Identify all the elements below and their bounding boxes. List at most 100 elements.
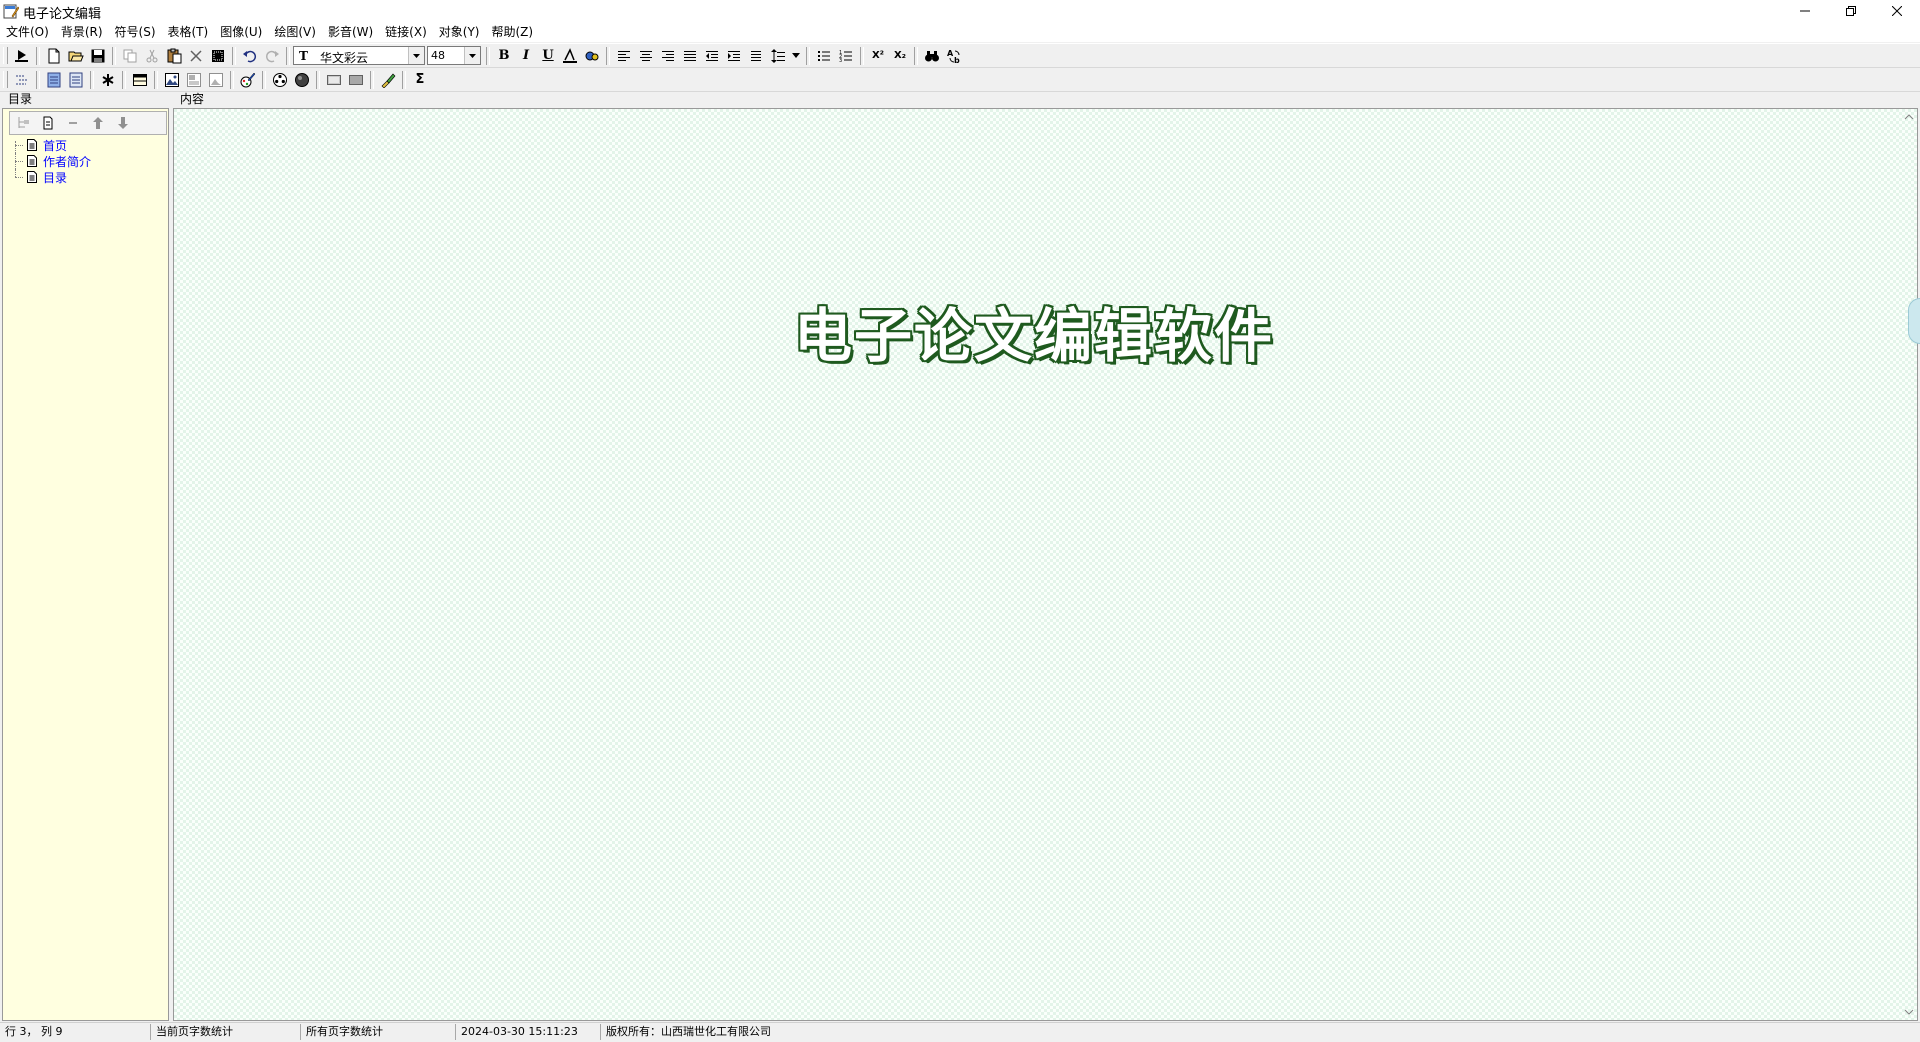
image-edit-button[interactable] xyxy=(205,69,227,91)
arrow-up-icon xyxy=(92,117,103,129)
outdent-icon xyxy=(706,50,718,61)
special-char-button[interactable] xyxy=(97,69,119,91)
side-tab-handle[interactable] xyxy=(1908,298,1920,344)
object-button[interactable] xyxy=(323,69,345,91)
numbered-list-button[interactable]: 123 xyxy=(835,45,857,67)
tree-item-label: 目录 xyxy=(43,170,68,185)
align-left-button[interactable] xyxy=(613,45,635,67)
toolbar-grip[interactable] xyxy=(3,47,8,64)
menu-drawing[interactable]: 绘图(V) xyxy=(268,22,322,42)
svg-text:3: 3 xyxy=(839,58,842,64)
align-center-button[interactable] xyxy=(635,45,657,67)
menu-file[interactable]: 文件(O) xyxy=(0,22,55,42)
menu-object[interactable]: 对象(Y) xyxy=(433,22,486,42)
tree-item-label: 作者简介 xyxy=(43,154,92,169)
run-button[interactable] xyxy=(11,45,33,67)
bold-button[interactable]: B xyxy=(493,45,515,67)
replace-button[interactable]: Ab xyxy=(943,45,965,67)
tree-add-page-button[interactable] xyxy=(35,112,60,134)
separator xyxy=(230,70,234,89)
restore-icon xyxy=(1846,6,1856,16)
menu-background[interactable]: 背景(R) xyxy=(55,22,109,42)
insert-table-button[interactable] xyxy=(129,69,151,91)
undo-button[interactable] xyxy=(239,45,261,67)
justify-button[interactable] xyxy=(679,45,701,67)
font-family-select[interactable]: T 华文彩云 xyxy=(293,46,425,65)
highlight-button[interactable] xyxy=(581,45,603,67)
paragraph-button[interactable] xyxy=(745,45,767,67)
object-dark-button[interactable] xyxy=(345,69,367,91)
sound-button[interactable] xyxy=(291,69,313,91)
paste-button[interactable] xyxy=(163,45,185,67)
find-button[interactable] xyxy=(921,45,943,67)
font-color-button[interactable] xyxy=(559,45,581,67)
new-button[interactable] xyxy=(43,45,65,67)
media-button[interactable] xyxy=(269,69,291,91)
status-cursor-position: 行 3， 列 9 xyxy=(0,1024,151,1040)
chevron-down-icon[interactable] xyxy=(464,47,480,64)
insert-image-button[interactable] xyxy=(161,69,183,91)
tree-add-child-button[interactable] xyxy=(10,112,35,134)
document-title[interactable]: 电子论文编辑软件 xyxy=(174,289,1894,373)
menu-help[interactable]: 帮助(Z) xyxy=(485,22,539,42)
document-icon xyxy=(27,139,37,151)
separator xyxy=(606,46,610,65)
scroll-up-icon[interactable] xyxy=(1904,113,1914,121)
tree-item-home[interactable]: 首页 xyxy=(9,137,91,157)
restore-button[interactable] xyxy=(1828,0,1874,22)
align-right-button[interactable] xyxy=(657,45,679,67)
cut-button[interactable] xyxy=(141,45,163,67)
close-icon xyxy=(1892,6,1902,16)
page-list-button[interactable] xyxy=(65,69,87,91)
draw-button[interactable] xyxy=(237,69,259,91)
asterisk-icon xyxy=(102,73,114,86)
link-button[interactable] xyxy=(377,69,399,91)
outline-button[interactable] xyxy=(11,69,33,91)
menu-media[interactable]: 影音(W) xyxy=(322,22,379,42)
menu-image[interactable]: 图像(U) xyxy=(214,22,268,42)
tree-move-up-button[interactable] xyxy=(85,112,110,134)
underline-button[interactable]: U xyxy=(537,45,559,67)
redo-button[interactable] xyxy=(261,45,283,67)
open-button[interactable] xyxy=(65,45,87,67)
copy-button[interactable] xyxy=(119,45,141,67)
separator xyxy=(914,46,918,65)
tree-move-down-button[interactable] xyxy=(110,112,135,134)
tree-item-contents[interactable]: 目录 xyxy=(9,169,91,185)
subscript-icon: X₂ xyxy=(893,50,907,61)
copy-icon xyxy=(123,49,137,62)
panel-icon xyxy=(349,74,363,85)
image-text-button[interactable] xyxy=(183,69,205,91)
page-view-button[interactable] xyxy=(43,69,65,91)
save-button[interactable] xyxy=(87,45,109,67)
content-editor[interactable]: 电子论文编辑软件 xyxy=(173,108,1918,1021)
font-type-icon: T xyxy=(299,49,308,63)
chevron-down-icon[interactable] xyxy=(408,47,424,64)
select-all-button[interactable] xyxy=(207,45,229,67)
superscript-button[interactable]: X² xyxy=(867,45,889,67)
font-family-value: 华文彩云 xyxy=(320,51,369,65)
outdent-button[interactable] xyxy=(701,45,723,67)
menu-table[interactable]: 表格(T) xyxy=(162,22,215,42)
tree-remove-button[interactable] xyxy=(60,112,85,134)
toolbar-grip[interactable] xyxy=(3,71,8,88)
scroll-down-icon[interactable] xyxy=(1904,1008,1914,1016)
formula-button[interactable]: Σ xyxy=(409,69,431,91)
subscript-button[interactable]: X₂ xyxy=(889,45,911,67)
font-color-icon xyxy=(563,47,577,63)
italic-button[interactable]: I xyxy=(515,45,537,67)
menu-symbol[interactable]: 符号(S) xyxy=(109,22,162,42)
minimize-button[interactable] xyxy=(1782,0,1828,22)
tree-item-author[interactable]: 作者简介 xyxy=(9,153,91,169)
align-left-icon xyxy=(618,50,630,61)
vertical-scrollbar[interactable] xyxy=(1901,109,1917,1020)
menu-link[interactable]: 链接(X) xyxy=(379,22,433,42)
font-size-select[interactable]: 48 xyxy=(427,46,481,65)
close-button[interactable] xyxy=(1874,0,1920,22)
delete-button[interactable] xyxy=(185,45,207,67)
indent-button[interactable] xyxy=(723,45,745,67)
save-icon xyxy=(91,49,105,62)
line-spacing-dropdown[interactable] xyxy=(789,45,803,67)
line-spacing-button[interactable] xyxy=(767,45,789,67)
bullet-list-button[interactable] xyxy=(813,45,835,67)
